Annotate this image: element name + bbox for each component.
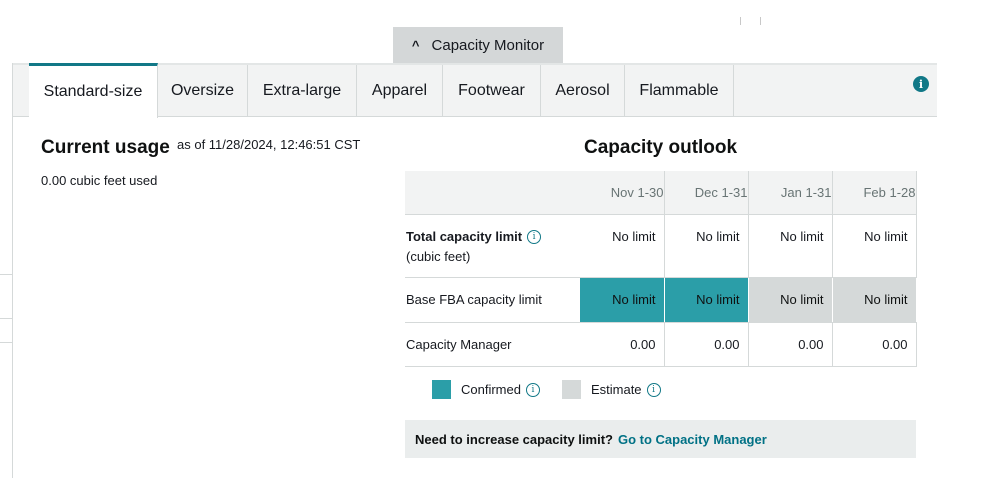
legend-label: Confirmed — [461, 382, 521, 397]
table-cell: 0.00 — [832, 322, 917, 367]
divider — [0, 318, 12, 319]
legend-item-estimate: Estimate i — [561, 380, 661, 399]
table-row: Total capacity limit i (cubic feet) No li… — [405, 214, 917, 278]
table-header-cell: Dec 1-31 — [664, 171, 749, 215]
tab-label: Extra-large — [262, 81, 342, 99]
chevron-up-icon: ^ — [411, 38, 420, 53]
tab-label: Flammable — [639, 81, 719, 99]
table-cell: 0.00 — [748, 322, 833, 367]
tab-standard-size[interactable]: Standard-size — [29, 63, 158, 118]
divider — [740, 17, 741, 25]
divider — [0, 342, 12, 343]
table-cell: No limit — [664, 214, 749, 278]
info-circle-icon[interactable]: i — [646, 382, 661, 397]
table-header-cell: Jan 1-31 — [748, 171, 833, 215]
row-label-total: Total capacity limit i (cubic feet) — [405, 214, 580, 278]
capacity-monitor-label: Capacity Monitor — [431, 37, 545, 54]
legend-label: Estimate — [590, 382, 642, 397]
divider — [0, 274, 12, 275]
usage-amount: 0.00 cubic feet used — [41, 173, 158, 188]
table-cell: 0.00 — [580, 322, 665, 367]
table-header-cell: Feb 1-28 — [832, 171, 917, 215]
legend: Confirmed i Estimate i — [432, 380, 683, 399]
row-label-manager: Capacity Manager — [405, 322, 580, 367]
capacity-manager-link[interactable]: Go to Capacity Manager — [618, 432, 767, 447]
table-row: Base FBA capacity limit No limit No limi… — [405, 277, 917, 323]
table-cell-confirmed: No limit — [664, 277, 749, 323]
legend-item-confirmed: Confirmed i — [432, 380, 540, 399]
tab-oversize[interactable]: Oversize — [158, 65, 248, 116]
capacity-outlook-table: Nov 1-30 Dec 1-31 Jan 1-31 Feb 1-28 Tota… — [405, 171, 917, 367]
table-cell-estimate: No limit — [748, 277, 833, 323]
info-icon[interactable]: i — [913, 76, 929, 92]
table-cell: 0.00 — [664, 322, 749, 367]
table-cell: No limit — [580, 214, 665, 278]
table-cell-confirmed: No limit — [580, 277, 665, 323]
tab-label: Footwear — [458, 81, 525, 99]
confirmed-swatch — [432, 380, 451, 399]
table-header-blank — [405, 171, 580, 215]
table-header-row: Nov 1-30 Dec 1-31 Jan 1-31 Feb 1-28 — [405, 171, 917, 215]
increase-capacity-banner: Need to increase capacity limit? Go to C… — [405, 420, 916, 458]
row-label-base: Base FBA capacity limit — [405, 277, 580, 323]
unit-label: (cubic feet) — [406, 249, 471, 265]
divider — [760, 17, 761, 25]
tab-label: Aerosol — [555, 81, 610, 99]
info-circle-icon[interactable]: i — [525, 382, 540, 397]
tab-label: Standard-size — [43, 83, 143, 100]
tab-aerosol[interactable]: Aerosol — [541, 65, 625, 116]
current-usage-title: Current usage — [41, 137, 170, 158]
tab-label: Oversize — [170, 81, 235, 99]
table-header-cell: Nov 1-30 — [580, 171, 665, 215]
tab-footwear[interactable]: Footwear — [443, 65, 541, 116]
tab-apparel[interactable]: Apparel — [357, 65, 443, 116]
total-capacity-label: Total capacity limit — [406, 228, 523, 244]
usage-timestamp: as of 11/28/2024, 12:46:51 CST — [177, 137, 361, 152]
table-cell: No limit — [832, 214, 917, 278]
table-cell-estimate: No limit — [832, 277, 917, 323]
cta-question: Need to increase capacity limit? — [415, 431, 613, 447]
capacity-outlook-title: Capacity outlook — [584, 137, 738, 158]
estimate-swatch — [561, 380, 581, 399]
table-row: Capacity Manager 0.00 0.00 0.00 0.00 — [405, 322, 917, 367]
capacity-monitor-toggle[interactable]: ^ Capacity Monitor — [393, 27, 563, 64]
storage-type-tabs: Standard-size Oversize Extra-large Appar… — [13, 63, 937, 118]
tab-flammable[interactable]: Flammable — [625, 65, 734, 116]
tab-extra-large[interactable]: Extra-large — [248, 65, 357, 116]
tab-label: Apparel — [371, 81, 428, 99]
table-cell: No limit — [748, 214, 833, 278]
info-circle-icon[interactable]: i — [527, 230, 542, 245]
